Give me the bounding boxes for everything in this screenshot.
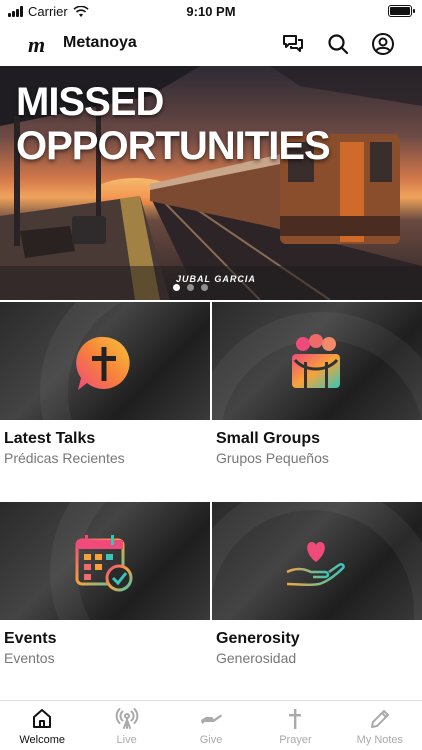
- tile-image: [212, 302, 422, 420]
- tile-generosity[interactable]: Generosity Generosidad: [212, 502, 422, 666]
- tile-title: Small Groups: [216, 430, 321, 447]
- tab-label: Welcome: [19, 734, 66, 746]
- hero-credit: JUBAL GARCIA: [176, 274, 256, 284]
- group-hug-icon: [292, 334, 340, 388]
- home-icon: [33, 709, 52, 728]
- search-icon[interactable]: [326, 32, 350, 56]
- battery-icon: [388, 5, 415, 17]
- carousel-dot[interactable]: [173, 284, 180, 291]
- tile-events[interactable]: Events Eventos: [0, 502, 210, 666]
- tab-label: Prayer: [279, 734, 312, 746]
- status-bar: Carrier 9:10 PM: [0, 0, 422, 24]
- hero-title-line1: MISSED: [16, 80, 164, 124]
- carousel-dot[interactable]: [187, 284, 194, 291]
- tile-image: [0, 502, 210, 620]
- tile-image: [212, 502, 422, 620]
- hero-title-line2: OPPORTUNITIES: [16, 124, 331, 168]
- speech-cross-icon: [76, 336, 130, 390]
- tab-label: My Notes: [356, 734, 404, 746]
- hero-banner[interactable]: MISSED OPPORTUNITIES JUBAL GARCIA: [0, 66, 422, 300]
- tile-latest-talks[interactable]: Latest Talks Prédicas Recientes: [0, 302, 210, 466]
- carousel-dots: [173, 284, 208, 291]
- tile-title: Generosity: [216, 630, 300, 647]
- tile-subtitle: Grupos Pequeños: [216, 450, 329, 466]
- tab-bar: Welcome Live Give Prayer My Notes: [0, 700, 422, 750]
- tile-subtitle: Eventos: [4, 650, 55, 666]
- tile-image: [0, 302, 210, 420]
- hero-title: MISSED OPPORTUNITIES: [16, 80, 331, 168]
- tab-my-notes[interactable]: My Notes: [338, 701, 422, 750]
- tile-title: Events: [4, 630, 57, 647]
- tab-prayer[interactable]: Prayer: [253, 701, 337, 750]
- app-header: m Metanoya: [0, 24, 422, 66]
- app-title: Metanoya: [63, 34, 137, 51]
- tile-subtitle: Generosidad: [216, 650, 297, 666]
- tab-label: Give: [199, 734, 223, 746]
- tile-title: Latest Talks: [4, 430, 96, 447]
- heart-hand-icon: [286, 542, 345, 587]
- tile-subtitle: Prédicas Recientes: [4, 450, 125, 466]
- status-time: 9:10 PM: [186, 4, 236, 19]
- calendar-check-icon: [75, 535, 133, 592]
- tab-welcome[interactable]: Welcome: [0, 701, 84, 750]
- tab-live[interactable]: Live: [84, 701, 168, 750]
- tab-label: Live: [116, 734, 137, 746]
- profile-icon[interactable]: [371, 32, 395, 56]
- chat-icon[interactable]: [281, 32, 305, 56]
- tab-give[interactable]: Give: [169, 701, 253, 750]
- tile-small-groups[interactable]: Small Groups Grupos Pequeños: [212, 302, 422, 466]
- pencil-icon: [370, 710, 389, 728]
- cross-icon: [289, 709, 302, 729]
- app-logo: m: [28, 32, 45, 57]
- give-hand-icon: [201, 714, 222, 724]
- broadcast-icon: [115, 708, 138, 729]
- carousel-dot[interactable]: [201, 284, 208, 291]
